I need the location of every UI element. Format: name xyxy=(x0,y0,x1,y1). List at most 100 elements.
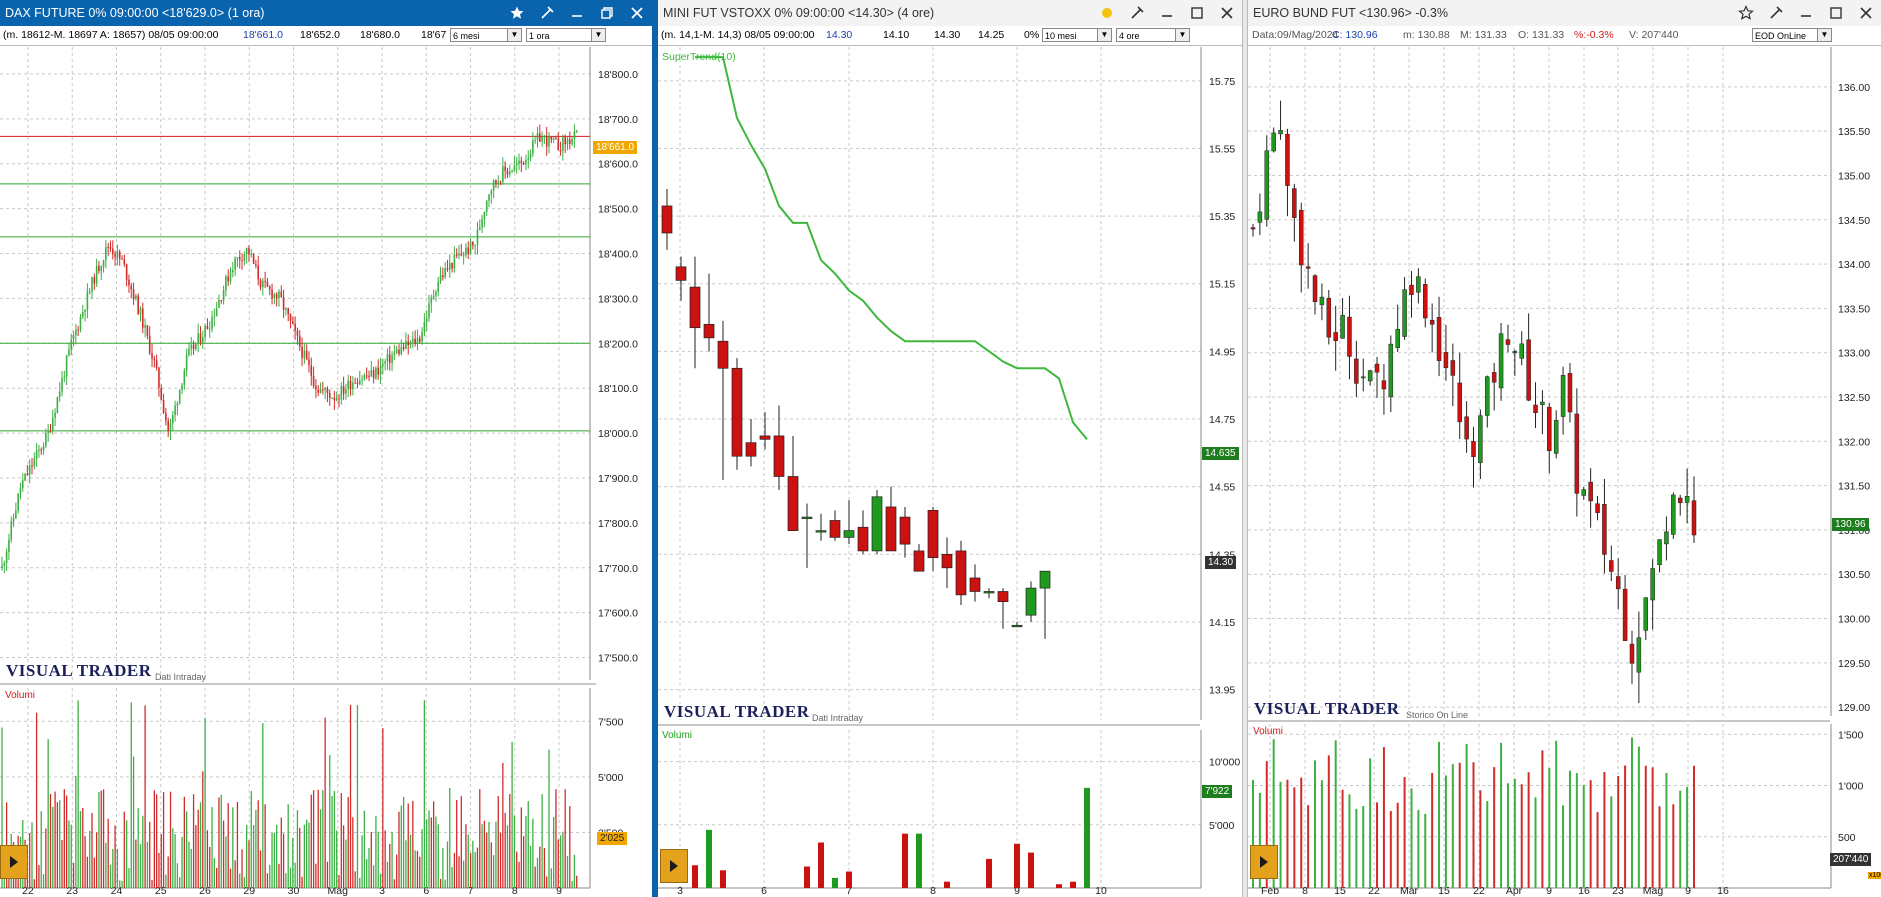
price-candle xyxy=(569,139,571,144)
price-candle xyxy=(689,286,701,329)
price-candle xyxy=(518,160,520,165)
price-candle xyxy=(181,385,183,390)
price-tag: 14.30 xyxy=(1205,556,1237,569)
price-candle xyxy=(504,166,506,171)
price-candle xyxy=(227,276,229,282)
price-candle xyxy=(130,285,133,290)
x-tick-label: 22 xyxy=(1473,885,1485,897)
price-candle xyxy=(45,432,47,447)
price-candle xyxy=(1450,360,1456,376)
price-candle xyxy=(481,219,483,228)
price-candle xyxy=(1367,370,1373,382)
price-candle xyxy=(1540,401,1545,406)
volume-label: Volumi xyxy=(5,690,36,701)
chevron-right-icon xyxy=(1260,856,1268,868)
price-candle xyxy=(319,389,322,393)
price-candle xyxy=(208,328,211,330)
price-candle xyxy=(527,158,530,160)
price-candle xyxy=(1588,481,1593,502)
price-candle xyxy=(107,246,109,248)
price-candle xyxy=(1039,570,1051,589)
price-candle xyxy=(1443,352,1449,369)
price-candle xyxy=(437,281,440,292)
price-candle xyxy=(315,385,317,390)
price-candle xyxy=(116,251,119,258)
price-candle xyxy=(1677,497,1683,504)
price-candle xyxy=(10,521,13,540)
price-candle xyxy=(40,449,43,451)
volume-bar xyxy=(846,871,852,888)
price-candle xyxy=(455,254,458,256)
price-candle xyxy=(472,241,474,246)
price-candle xyxy=(412,338,414,342)
price-candle xyxy=(377,367,380,375)
pane-separator[interactable] xyxy=(0,683,596,685)
price-candle xyxy=(428,303,430,319)
expand-arrow-button[interactable] xyxy=(0,845,28,879)
price-candle xyxy=(1574,413,1580,494)
price-candle xyxy=(462,255,465,257)
price-candle xyxy=(17,493,19,511)
chevron-right-icon xyxy=(10,856,18,868)
vstoxx-price-chart[interactable]: 15.7515.5515.3515.1514.9514.7514.5514.35… xyxy=(658,0,1242,897)
price-candle xyxy=(354,382,356,384)
y-tick-label: 130.50 xyxy=(1838,569,1870,581)
price-candle xyxy=(1581,489,1586,496)
price-candle xyxy=(402,346,405,349)
price-candle xyxy=(536,133,539,141)
price-candle xyxy=(340,386,343,400)
price-candle xyxy=(220,300,223,302)
price-candle xyxy=(407,341,410,346)
price-candle xyxy=(1464,416,1469,440)
price-candle xyxy=(562,137,564,151)
price-candle xyxy=(26,473,29,475)
price-candle xyxy=(871,496,883,552)
volume-bar xyxy=(944,881,950,888)
price-candle xyxy=(451,262,453,269)
y-tick-label: 131.50 xyxy=(1838,481,1870,493)
price-candle xyxy=(416,338,419,344)
expand-arrow-button[interactable] xyxy=(660,849,688,883)
price-candle xyxy=(72,335,75,340)
price-candle xyxy=(829,520,841,538)
price-candle xyxy=(123,259,126,265)
price-candle xyxy=(969,577,981,592)
price-candle xyxy=(93,277,96,284)
price-candle xyxy=(460,253,463,256)
price-candle xyxy=(1457,382,1462,423)
expand-arrow-button[interactable] xyxy=(1250,845,1278,879)
price-candle xyxy=(8,539,10,552)
y-tick-label: 17'700.0 xyxy=(598,563,638,575)
vol-tick-label: 1'000 xyxy=(1838,781,1864,793)
volume-label: Volumi xyxy=(1253,726,1284,737)
y-tick-label: 15.15 xyxy=(1209,279,1235,291)
price-candle xyxy=(280,291,283,298)
price-candle xyxy=(273,294,276,299)
price-candle xyxy=(801,516,813,519)
dax-price-chart[interactable]: 18'800.0 18'700.0 18'600.0 18'500.0 18'400.0… xyxy=(0,0,652,897)
chart-window-dax: DAX FUTURE 0% 09:00:00 <18'629.0> (1 ora… xyxy=(0,0,652,897)
price-candle xyxy=(555,137,557,139)
price-candle xyxy=(114,254,116,258)
pane-separator[interactable] xyxy=(1248,720,1830,722)
price-candle xyxy=(86,291,89,311)
price-candle xyxy=(243,254,246,261)
price-candle xyxy=(218,300,220,308)
price-candle xyxy=(1478,415,1483,463)
bund-price-chart[interactable]: 136.00 135.50 135.00 134.50 134.00 133.50 133.… xyxy=(1248,0,1881,897)
price-candle xyxy=(857,526,869,552)
price-candle xyxy=(418,338,421,342)
price-candle xyxy=(571,138,573,144)
price-candle xyxy=(368,376,370,378)
price-candle xyxy=(250,254,253,256)
price-candle xyxy=(511,170,513,172)
price-candle xyxy=(423,321,426,332)
price-candle xyxy=(1471,441,1476,457)
volume-label: Volumi xyxy=(662,730,693,741)
pane-separator[interactable] xyxy=(658,724,1200,726)
price-candle xyxy=(787,476,799,531)
volume-bar xyxy=(986,858,992,888)
price-candle xyxy=(213,316,216,318)
price-candle xyxy=(49,430,52,432)
price-candle xyxy=(141,308,144,328)
